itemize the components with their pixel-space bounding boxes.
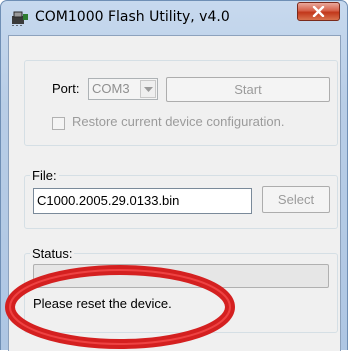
- flash-chip-icon: [11, 10, 29, 26]
- file-path-input[interactable]: C1000.2005.29.0133.bin: [33, 188, 252, 214]
- status-message: Please reset the device.: [33, 296, 172, 311]
- close-button[interactable]: [297, 2, 340, 21]
- select-file-button[interactable]: Select: [262, 186, 330, 213]
- port-select[interactable]: COM3: [88, 78, 158, 100]
- chevron-down-icon[interactable]: [140, 80, 156, 98]
- progress-bar: [33, 264, 329, 288]
- status-group-legend: Status:: [30, 246, 75, 261]
- restore-config-label: Restore current device configuration.: [72, 114, 285, 129]
- connection-group: [24, 60, 338, 146]
- title-bar[interactable]: COM1000 Flash Utility, v4.0: [1, 1, 347, 35]
- start-button[interactable]: Start: [166, 77, 330, 102]
- close-icon: [312, 6, 325, 17]
- port-select-value: COM3: [92, 81, 130, 96]
- port-label: Port:: [52, 81, 80, 96]
- restore-config-checkbox[interactable]: [52, 117, 65, 130]
- window-title: COM1000 Flash Utility, v4.0: [35, 9, 230, 25]
- file-group-legend: File:: [30, 168, 59, 183]
